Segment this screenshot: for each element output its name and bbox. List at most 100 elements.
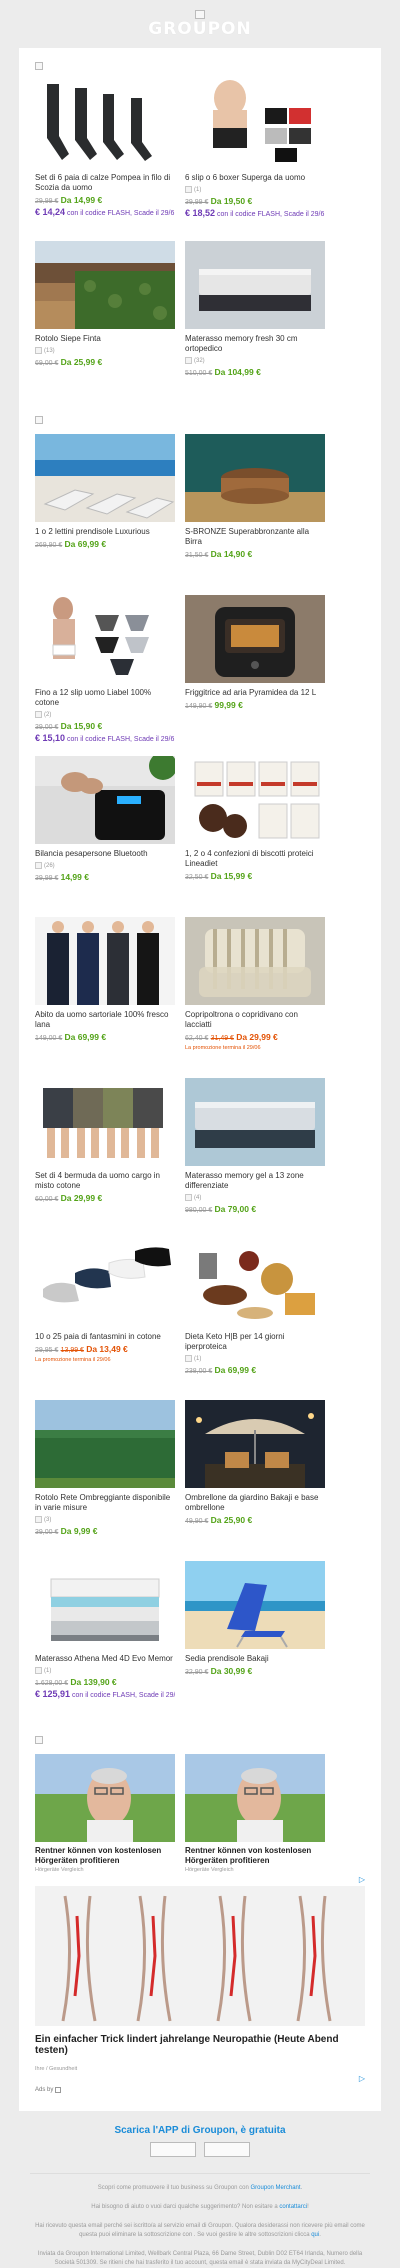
deal-title[interactable]: Copripoltrona o copridivano con lacciatt… xyxy=(185,1010,325,1030)
deal-title[interactable]: Fino a 12 slip uomo Liabel 100% cotone xyxy=(35,688,175,708)
deal-title[interactable]: Rotolo Rete Ombreggiante disponibile in … xyxy=(35,1493,175,1513)
deal-card[interactable]: Rotolo Rete Ombreggiante disponibile in … xyxy=(35,1400,175,1553)
deal-card[interactable]: Set di 4 bermuda da uomo cargo in misto … xyxy=(35,1078,175,1231)
shorts-image[interactable] xyxy=(35,1078,175,1166)
deal-card[interactable]: Ombrellone da giardino Bakaji e base omb… xyxy=(185,1400,325,1553)
deal-title[interactable]: 1 o 2 lettini prendisole Luxurious xyxy=(35,527,175,537)
deal-title[interactable]: 6 slip o 6 boxer Superga da uomo xyxy=(185,173,325,183)
rating: (1) xyxy=(35,1666,175,1675)
deal-card[interactable]: Friggitrice ad aria Pyramidea da 12 L 149… xyxy=(185,595,325,748)
deal-title[interactable]: Abito da uomo sartoriale 100% fresco lan… xyxy=(35,1010,175,1030)
rating-stars-icon xyxy=(35,347,42,354)
airfryer-image[interactable] xyxy=(185,595,325,683)
deal-title[interactable]: Sedia prendisole Bakaji xyxy=(185,1654,325,1664)
ad-title[interactable]: Rentner können von kostenlosen Hörgeräte… xyxy=(185,1846,325,1866)
deal-card[interactable]: Materasso Athena Med 4D Evo Memor (1) 1.62… xyxy=(35,1561,175,1714)
big-ad[interactable]: Ein einfacher Trick lindert jahrelange N… xyxy=(35,1886,365,2072)
footer-unsubscribe: Hai ricevuto questa email perché sei isc… xyxy=(30,2222,370,2240)
umbrella-image[interactable] xyxy=(185,1400,325,1488)
mattress3-image[interactable] xyxy=(35,1561,175,1649)
deal-title[interactable]: Materasso memory gel a 13 zone differenz… xyxy=(185,1171,325,1191)
shadenet-image[interactable] xyxy=(35,1400,175,1488)
original-price: 149,90 € xyxy=(185,703,213,710)
ad-title[interactable]: Rentner können von kostenlosen Hörgeräte… xyxy=(35,1846,175,1866)
biscuits-image[interactable] xyxy=(185,756,325,844)
suits-image[interactable] xyxy=(35,917,175,1005)
ad-card[interactable]: Rentner können von kostenlosen Hörgeräte… xyxy=(185,1754,325,1873)
footer: Scopri come promuovere il tuo business s… xyxy=(0,2184,400,2268)
big-ad-title[interactable]: Ein einfacher Trick lindert jahrelange N… xyxy=(35,2034,365,2056)
deal-title[interactable]: Dieta Keto H|B per 14 giorni iperproteic… xyxy=(185,1332,325,1352)
deal-price: Da 30,99 € xyxy=(210,1666,253,1676)
deal-card[interactable]: S-BRONZE Superabbronzante alla Birra 31,5… xyxy=(185,434,325,587)
original-price: 39,99 € xyxy=(35,875,59,882)
adchoices-icon[interactable]: ▷ xyxy=(35,2074,365,2083)
lowsocks-image[interactable] xyxy=(35,1239,175,1327)
sofa-image[interactable] xyxy=(185,917,325,1005)
deal-title[interactable]: Bilancia pesapersone Bluetooth xyxy=(35,849,175,859)
footer-text: . xyxy=(319,2232,321,2238)
ad-image[interactable] xyxy=(185,1754,325,1842)
deal-card[interactable]: 1 o 2 lettini prendisole Luxurious 269,90… xyxy=(35,434,175,587)
deal-card[interactable]: Set di 6 paia di calze Pompea in filo di… xyxy=(35,80,175,233)
deal-card[interactable]: Fino a 12 slip uomo Liabel 100% cotone (2… xyxy=(35,595,175,748)
deal-card[interactable]: Copripoltrona o copridivano con lacciatt… xyxy=(185,917,325,1070)
deal-card[interactable]: Rotolo Siepe Finta (13) 69,00 € Da 25,99 € xyxy=(35,241,175,394)
price-row: 980,00 € Da 79,00 € xyxy=(185,1204,325,1216)
deal-title[interactable]: Ombrellone da giardino Bakaji e base omb… xyxy=(185,1493,325,1513)
groupon-merchant-link[interactable]: Groupon Merchant xyxy=(251,2185,301,2191)
brand-logo[interactable]: GROUPON xyxy=(148,19,251,39)
deal-card[interactable]: 1, 2 o 4 confezioni di biscotti proteici… xyxy=(185,756,325,909)
price-row: 49,90 € Da 25,90 € xyxy=(185,1515,325,1527)
price-row: 32,50 € Da 15,99 € xyxy=(185,871,325,883)
deal-title[interactable]: 1, 2 o 4 confezioni di biscotti proteici… xyxy=(185,849,325,869)
cream-image[interactable] xyxy=(185,434,325,522)
deal-card[interactable]: 6 slip o 6 boxer Superga da uomo (1) 39,99… xyxy=(185,80,325,233)
briefs-image[interactable] xyxy=(35,595,175,683)
logo-header: GROUPON xyxy=(0,0,400,48)
deal-title[interactable]: Materasso Athena Med 4D Evo Memor xyxy=(35,1654,175,1664)
adchoices-icon[interactable]: ▷ xyxy=(35,1875,365,1884)
deal-price: Da 19,50 € xyxy=(210,196,253,206)
deal-card[interactable]: 10 o 25 paia di fantasmini in cotone 29,9… xyxy=(35,1239,175,1392)
deal-title[interactable]: Set di 4 bermuda da uomo cargo in misto … xyxy=(35,1171,175,1191)
mattress2-image[interactable] xyxy=(185,1078,325,1166)
mattress-image[interactable] xyxy=(185,241,325,329)
google-play-button[interactable] xyxy=(204,2142,250,2157)
deal-title[interactable]: 10 o 25 paia di fantasmini in cotone xyxy=(35,1332,175,1342)
rating: (1) xyxy=(185,185,325,194)
loungers-image[interactable] xyxy=(35,434,175,522)
deal-card[interactable]: Dieta Keto H|B per 14 giorni iperproteic… xyxy=(185,1239,325,1392)
deal-card[interactable]: Bilancia pesapersone Bluetooth (26) 39,99 … xyxy=(35,756,175,909)
contact-link[interactable]: contattarci xyxy=(279,2204,307,2210)
rating: (13) xyxy=(35,346,175,355)
hedge-image[interactable] xyxy=(35,241,175,329)
boxers-image[interactable] xyxy=(185,80,325,168)
big-ad-image[interactable] xyxy=(35,1886,365,2026)
beachchair-image[interactable] xyxy=(185,1561,325,1649)
deal-title[interactable]: S-BRONZE Superabbronzante alla Birra xyxy=(185,527,325,547)
flash-price: € 18,52 xyxy=(185,208,216,218)
app-store-button[interactable] xyxy=(150,2142,196,2157)
deal-title[interactable]: Materasso memory fresh 30 cm ortopedico xyxy=(185,334,325,354)
ad-image[interactable] xyxy=(35,1754,175,1842)
deal-card[interactable]: Materasso memory gel a 13 zone differenz… xyxy=(185,1078,325,1231)
scale-image[interactable] xyxy=(35,756,175,844)
logo-image[interactable] xyxy=(195,9,205,19)
original-price: 39,00 € xyxy=(35,724,59,731)
deal-title[interactable]: Rotolo Siepe Finta xyxy=(35,334,175,344)
deal-card[interactable]: Abito da uomo sartoriale 100% fresco lan… xyxy=(35,917,175,1070)
deal-title[interactable]: Friggitrice ad aria Pyramidea da 12 L xyxy=(185,688,325,698)
manage-subscriptions-link[interactable]: qui xyxy=(311,2232,319,2238)
ad-card[interactable]: Rentner können von kostenlosen Hörgeräte… xyxy=(35,1754,175,1873)
socks-image[interactable] xyxy=(35,80,175,168)
deal-card[interactable]: Materasso memory fresh 30 cm ortopedico (… xyxy=(185,241,325,394)
app-download-title[interactable]: Scarica l'APP di Groupon, è gratuita xyxy=(0,2125,400,2136)
deal-card[interactable]: Sedia prendisole Bakaji 32,90 € Da 30,99 … xyxy=(185,1561,325,1714)
ads-by-label[interactable]: Ads by xyxy=(35,2087,365,2093)
deal-title[interactable]: Set di 6 paia di calze Pompea in filo di… xyxy=(35,173,175,193)
keto-image[interactable] xyxy=(185,1239,325,1327)
deal-grid-1: Set di 6 paia di calze Pompea in filo di… xyxy=(35,80,365,394)
original-price: 238,00 € xyxy=(185,1368,213,1375)
flash-code-price: € 15,10 con il codice FLASH, Scade il 29… xyxy=(35,733,175,745)
